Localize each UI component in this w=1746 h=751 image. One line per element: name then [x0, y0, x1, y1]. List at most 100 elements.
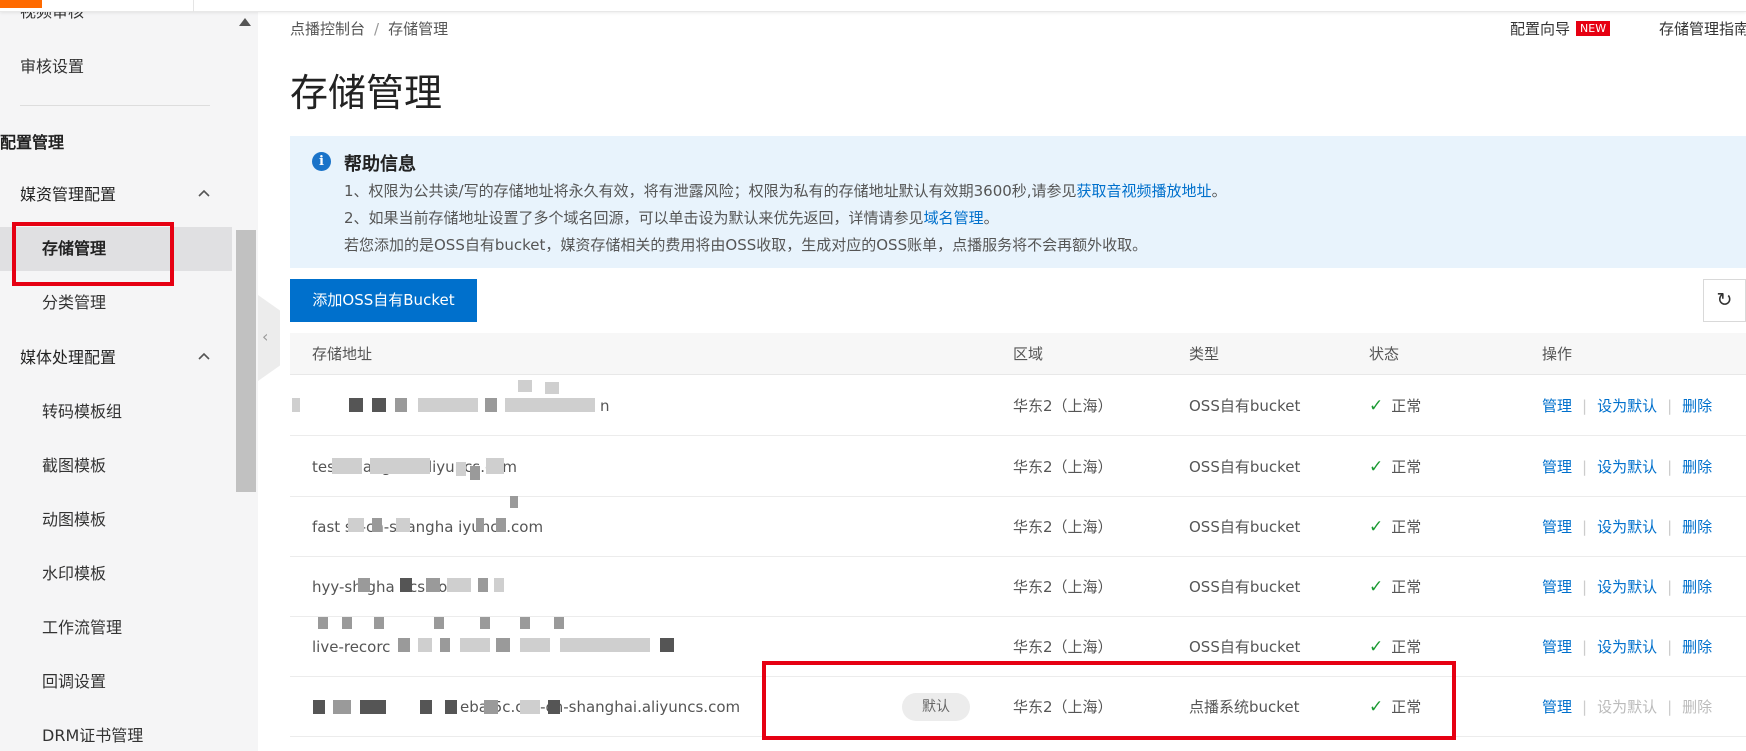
sidebar-item-label: 存储管理: [42, 239, 107, 258]
row-actions: 管理 | 设为默认 | 删除: [1542, 617, 1712, 677]
delete-link[interactable]: 删除: [1682, 578, 1712, 596]
region: 华东2（上海）: [1013, 397, 1113, 415]
sidebar-scrollbar-thumb[interactable]: [236, 230, 256, 492]
row-actions: 管理 | 设为默认 | 删除: [1542, 677, 1712, 737]
check-icon: ✓: [1369, 396, 1384, 416]
config-wizard-label: 配置向导: [1510, 20, 1571, 38]
set-default-link[interactable]: 设为默认: [1597, 397, 1657, 415]
status: ✓ 正常: [1369, 437, 1421, 497]
check-icon: ✓: [1369, 457, 1384, 477]
delete-link[interactable]: 删除: [1682, 518, 1712, 536]
delete-link-disabled: 删除: [1682, 698, 1713, 716]
row-actions: 管理 | 设为默认 | 删除: [1542, 437, 1712, 497]
chevron-left-icon: ‹: [262, 327, 269, 346]
breadcrumb: 点播控制台 / 存储管理: [290, 18, 448, 39]
manage-link[interactable]: 管理: [1542, 518, 1572, 536]
status: ✓ 正常: [1369, 376, 1421, 436]
action-separator: |: [1667, 638, 1673, 656]
action-separator: |: [1582, 578, 1588, 596]
manage-link[interactable]: 管理: [1542, 698, 1572, 716]
sidebar-item-workflow[interactable]: 工作流管理: [0, 606, 232, 650]
breadcrumb-root[interactable]: 点播控制台: [290, 20, 365, 38]
status-text: 正常: [1391, 698, 1422, 716]
delete-link[interactable]: 删除: [1682, 397, 1712, 415]
sidebar-item-audit-settings[interactable]: 审核设置: [0, 45, 232, 89]
status-text: 正常: [1391, 638, 1422, 656]
help-line-2-text: 2、如果当前存储地址设置了多个域名回源，可以单击设为默认来优先返回，详情请参见: [344, 209, 924, 227]
sidebar-group-label: 媒资管理配置: [20, 185, 117, 204]
action-separator: |: [1582, 518, 1588, 536]
storage-address: n: [600, 397, 610, 415]
status: ✓ 正常: [1369, 497, 1421, 557]
check-icon: ✓: [1369, 697, 1384, 717]
bucket-type: OSS自有bucket: [1189, 458, 1301, 476]
top-navbar: [0, 0, 1746, 12]
action-separator: |: [1667, 458, 1673, 476]
action-separator: |: [1667, 578, 1673, 596]
bucket-type: OSS自有bucket: [1189, 397, 1301, 415]
navbar-divider: [193, 0, 194, 12]
row-actions: 管理 | 设为默认 | 删除: [1542, 557, 1712, 617]
default-badge: 默认: [902, 693, 970, 721]
set-default-link[interactable]: 设为默认: [1597, 638, 1657, 656]
action-separator: |: [1667, 698, 1673, 716]
region: 华东2（上海）: [1013, 638, 1113, 656]
set-default-link[interactable]: 设为默认: [1597, 458, 1657, 476]
sidebar-item-category[interactable]: 分类管理: [0, 281, 232, 325]
status: ✓ 正常: [1369, 677, 1421, 737]
add-oss-bucket-button[interactable]: 添加OSS自有Bucket: [290, 279, 477, 322]
config-wizard-link[interactable]: 配置向导 NEW: [1510, 18, 1611, 39]
sidebar-group-label: 媒体处理配置: [20, 348, 117, 367]
sidebar-group-media-processing[interactable]: 媒体处理配置: [0, 336, 232, 380]
manage-link[interactable]: 管理: [1542, 578, 1572, 596]
action-separator: |: [1582, 638, 1588, 656]
breadcrumb-separator: /: [374, 20, 380, 38]
set-default-link[interactable]: 设为默认: [1597, 518, 1657, 536]
bucket-type: 点播系统bucket: [1189, 698, 1300, 716]
set-default-link[interactable]: 设为默认: [1597, 578, 1657, 596]
check-icon: ✓: [1369, 517, 1384, 537]
delete-link[interactable]: 删除: [1682, 638, 1712, 656]
region: 华东2（上海）: [1013, 458, 1113, 476]
sidebar-divider: [20, 105, 210, 106]
check-icon: ✓: [1369, 577, 1384, 597]
action-separator: |: [1582, 698, 1588, 716]
refresh-button[interactable]: ↻: [1703, 279, 1746, 322]
playback-url-link[interactable]: 获取音视频播放地址: [1077, 182, 1212, 200]
sidebar-item-snapshot[interactable]: 截图模板: [0, 444, 232, 488]
sidebar-item-drm[interactable]: DRM证书管理: [0, 714, 232, 751]
sidebar-item-transcode[interactable]: 转码模板组: [0, 390, 232, 434]
manage-link[interactable]: 管理: [1542, 458, 1572, 476]
column-header-status: 状态: [1369, 345, 1400, 363]
column-header-type: 类型: [1189, 345, 1220, 363]
row-actions: 管理 | 设为默认 | 删除: [1542, 376, 1712, 436]
status: ✓ 正常: [1369, 557, 1421, 617]
column-header-region: 区域: [1013, 345, 1044, 363]
check-icon: ✓: [1369, 637, 1384, 657]
bucket-type: OSS自有bucket: [1189, 578, 1301, 596]
scroll-up-icon[interactable]: [239, 18, 251, 26]
action-separator: |: [1582, 458, 1588, 476]
help-title: 帮助信息: [344, 154, 416, 175]
row-actions: 管理 | 设为默认 | 删除: [1542, 497, 1712, 557]
sidebar-item-callback[interactable]: 回调设置: [0, 660, 232, 704]
domain-management-link[interactable]: 域名管理: [924, 209, 984, 227]
status-text: 正常: [1391, 578, 1422, 596]
brand-logo[interactable]: [0, 0, 42, 8]
help-line-2: 2、如果当前存储地址设置了多个域名回源，可以单击设为默认来优先返回，详情请参见域…: [344, 207, 999, 228]
sidebar-group-media-assets[interactable]: 媒资管理配置: [0, 173, 232, 217]
sidebar-item-storage[interactable]: 存储管理: [0, 227, 232, 271]
sidebar-item-watermark[interactable]: 水印模板: [0, 552, 232, 596]
action-separator: |: [1667, 397, 1673, 415]
bucket-type: OSS自有bucket: [1189, 518, 1301, 536]
delete-link[interactable]: 删除: [1682, 458, 1712, 476]
sidebar-item-gif[interactable]: 动图模板: [0, 498, 232, 542]
action-separator: |: [1582, 397, 1588, 415]
help-line-1-text: 1、权限为公共读/写的存储地址将永久有效，将有泄露风险；权限为私有的存储地址默认…: [344, 182, 1077, 200]
sidebar-collapse-handle[interactable]: ‹: [258, 295, 280, 381]
manage-link[interactable]: 管理: [1542, 397, 1572, 415]
storage-guide-link[interactable]: 存储管理指南: [1659, 18, 1746, 39]
manage-link[interactable]: 管理: [1542, 638, 1572, 656]
sidebar-section-config: 配置管理: [0, 133, 65, 152]
storage-address: fast ss-cn-shangha iyuncs.com: [312, 518, 544, 536]
